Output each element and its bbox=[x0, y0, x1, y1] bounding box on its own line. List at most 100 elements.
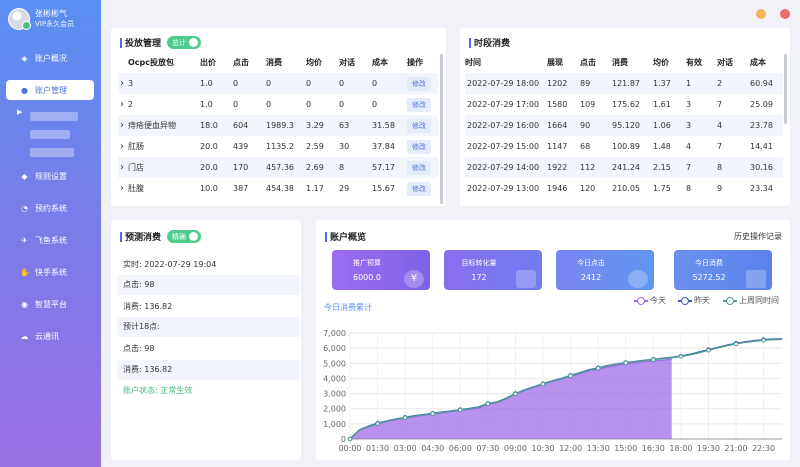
table-cell: 2022-07-29 18:00 bbox=[467, 79, 540, 88]
panel-title: 时段消费 bbox=[469, 36, 510, 49]
table-cell: 1.06 bbox=[653, 121, 671, 130]
table-cell: 20.0 bbox=[200, 142, 218, 151]
sidebar-item-label: 云通讯 bbox=[35, 331, 59, 341]
table-cell: 0 bbox=[266, 100, 272, 109]
table-cell: 2022-07-29 13:00 bbox=[467, 184, 540, 193]
table-cell: 1135.2 bbox=[266, 142, 294, 151]
edit-button[interactable]: 修改 bbox=[407, 181, 431, 196]
user-level: VIP永久会员 bbox=[35, 20, 75, 28]
package-name: 痔疮便血异物 bbox=[128, 121, 176, 130]
expand-chevron-icon[interactable]: › bbox=[118, 183, 128, 194]
submenu-item-redacted[interactable] bbox=[30, 112, 78, 121]
table-row[interactable]: › 门店 20.0 170 457.36 2.69 8 57.17 修改 bbox=[118, 157, 438, 178]
submenu-item-redacted[interactable] bbox=[30, 148, 74, 157]
table-row[interactable]: › 肛肠 20.0 439 1135.2 2.59 30 37.84 修改 bbox=[118, 136, 438, 157]
edit-button[interactable]: 修改 bbox=[407, 160, 431, 175]
table-cell: 1.17 bbox=[306, 184, 324, 193]
sidebar-item-smart-platform[interactable]: ◉ 智慧平台 bbox=[6, 294, 94, 314]
package-name: 肚腹 bbox=[128, 184, 144, 193]
table-cell: 63 bbox=[339, 121, 350, 130]
table-cell: 29 bbox=[339, 184, 350, 193]
forecast-realtime: 实时: 2022-07-29 19:04 bbox=[123, 260, 217, 269]
table-cell: 2.15 bbox=[653, 163, 671, 172]
series-point-2 bbox=[595, 365, 601, 371]
chevron-right-icon[interactable]: ▶ bbox=[17, 108, 22, 116]
edit-button[interactable]: 修改 bbox=[407, 76, 431, 91]
edit-button[interactable]: 修改 bbox=[407, 97, 431, 112]
y-tick-label: 2,000 bbox=[323, 405, 346, 414]
table-cell: 0 bbox=[306, 79, 312, 88]
sidebar-item-overview[interactable]: ◈ 账户概况 bbox=[6, 48, 94, 68]
ads-scrollbar[interactable] bbox=[440, 54, 443, 204]
table-cell: 0 bbox=[266, 79, 272, 88]
table-cell: 2.59 bbox=[306, 142, 324, 151]
table-cell: 1922 bbox=[547, 163, 568, 172]
table-cell: 4 bbox=[717, 121, 723, 130]
table-cell: 1664 bbox=[547, 121, 568, 130]
series-point-2 bbox=[761, 337, 766, 343]
table-row[interactable]: › 痔疮便血异物 18.0 604 1989.3 3.29 63 31.58 修改 bbox=[118, 115, 438, 136]
expand-chevron-icon[interactable]: › bbox=[118, 78, 128, 89]
table-cell: 57.17 bbox=[372, 163, 395, 172]
x-tick-label: 12:00 bbox=[559, 444, 582, 453]
minimize-button[interactable] bbox=[756, 9, 766, 19]
table-cell: 60.94 bbox=[750, 79, 773, 88]
sidebar-item-account-management[interactable]: ● 账户管理 bbox=[6, 80, 94, 100]
expand-chevron-icon[interactable]: › bbox=[118, 162, 128, 173]
sidebar-item-kuaishou[interactable]: ✋ 快手系统 bbox=[6, 262, 94, 282]
column-header: 操作 bbox=[407, 58, 423, 67]
user-icon: ● bbox=[21, 85, 28, 95]
sidebar-item-feiyu[interactable]: ✈ 飞鱼系统 bbox=[6, 230, 94, 250]
table-cell: 2022-07-29 14:00 bbox=[467, 163, 540, 172]
table-cell: 1.0 bbox=[200, 79, 213, 88]
expand-chevron-icon[interactable]: › bbox=[118, 141, 128, 152]
sidebar-item-label: 智慧平台 bbox=[35, 299, 67, 309]
total-toggle[interactable]: 总计 bbox=[167, 36, 202, 49]
table-cell: 23.78 bbox=[750, 121, 773, 130]
x-tick-label: 04:30 bbox=[421, 444, 444, 453]
column-header: 对话 bbox=[717, 58, 733, 67]
series-point-2 bbox=[540, 381, 546, 387]
table-row[interactable]: › 肚腹 10.0 387 454.38 1.17 29 15.67 修改 bbox=[118, 178, 438, 199]
overview-panel: 账户概览 历史操作记录 推广预算 6000.0 ¥ 目标转化量 172 今日点击… bbox=[316, 220, 790, 460]
sidebar-item-rules[interactable]: ◆ 规则设置 bbox=[6, 166, 94, 186]
sidebar-item-booking[interactable]: ◔ 预约系统 bbox=[6, 198, 94, 218]
table-cell: › 门店 bbox=[118, 157, 200, 178]
table-cell: 修改 bbox=[407, 115, 438, 136]
table-cell: 25.09 bbox=[750, 100, 773, 109]
y-tick-label: 4,000 bbox=[323, 374, 346, 383]
table-cell: 1.48 bbox=[653, 142, 671, 151]
precise-toggle[interactable]: 精确 bbox=[167, 230, 202, 243]
table-cell: 454.38 bbox=[266, 184, 294, 193]
series-point-2 bbox=[375, 421, 380, 426]
expand-chevron-icon[interactable]: › bbox=[118, 120, 128, 131]
sidebar-item-label: 账户管理 bbox=[35, 85, 67, 95]
table-cell: 1.0 bbox=[200, 100, 213, 109]
series-point-2 bbox=[402, 415, 408, 420]
series-point-2 bbox=[568, 373, 573, 379]
toggle-knob bbox=[189, 232, 199, 241]
sidebar-item-cloud[interactable]: ☁ 云通讯 bbox=[6, 326, 94, 346]
x-tick-label: 19:30 bbox=[697, 444, 720, 453]
sidebar-item-label: 快手系统 bbox=[35, 267, 67, 277]
timeslot-scrollbar[interactable] bbox=[784, 54, 787, 124]
table-cell: 20.0 bbox=[200, 163, 218, 172]
table-row[interactable]: › 3 1.0 0 0 0 0 0 修改 bbox=[118, 73, 438, 94]
edit-button[interactable]: 修改 bbox=[407, 118, 431, 133]
table-cell: 68 bbox=[580, 142, 591, 151]
submenu-item-redacted[interactable] bbox=[30, 130, 70, 139]
table-cell: › 2 bbox=[118, 94, 200, 115]
series-point-2 bbox=[457, 407, 463, 413]
table-cell: 2022-07-29 17:00 bbox=[467, 100, 540, 109]
avatar[interactable] bbox=[8, 8, 31, 30]
toggle-knob bbox=[189, 38, 199, 47]
expand-chevron-icon[interactable]: › bbox=[118, 99, 128, 110]
close-button[interactable] bbox=[780, 9, 790, 19]
table-cell: 1202 bbox=[547, 79, 568, 88]
edit-button[interactable]: 修改 bbox=[407, 139, 431, 154]
y-tick-label: 0 bbox=[341, 435, 346, 444]
y-tick-label: 3,000 bbox=[323, 390, 346, 399]
y-tick-label: 7,000 bbox=[323, 329, 346, 338]
table-row[interactable]: › 2 1.0 0 0 0 0 0 修改 bbox=[118, 94, 438, 115]
user-profile[interactable]: 张彬彬气 VIP永久会员 bbox=[8, 8, 74, 30]
